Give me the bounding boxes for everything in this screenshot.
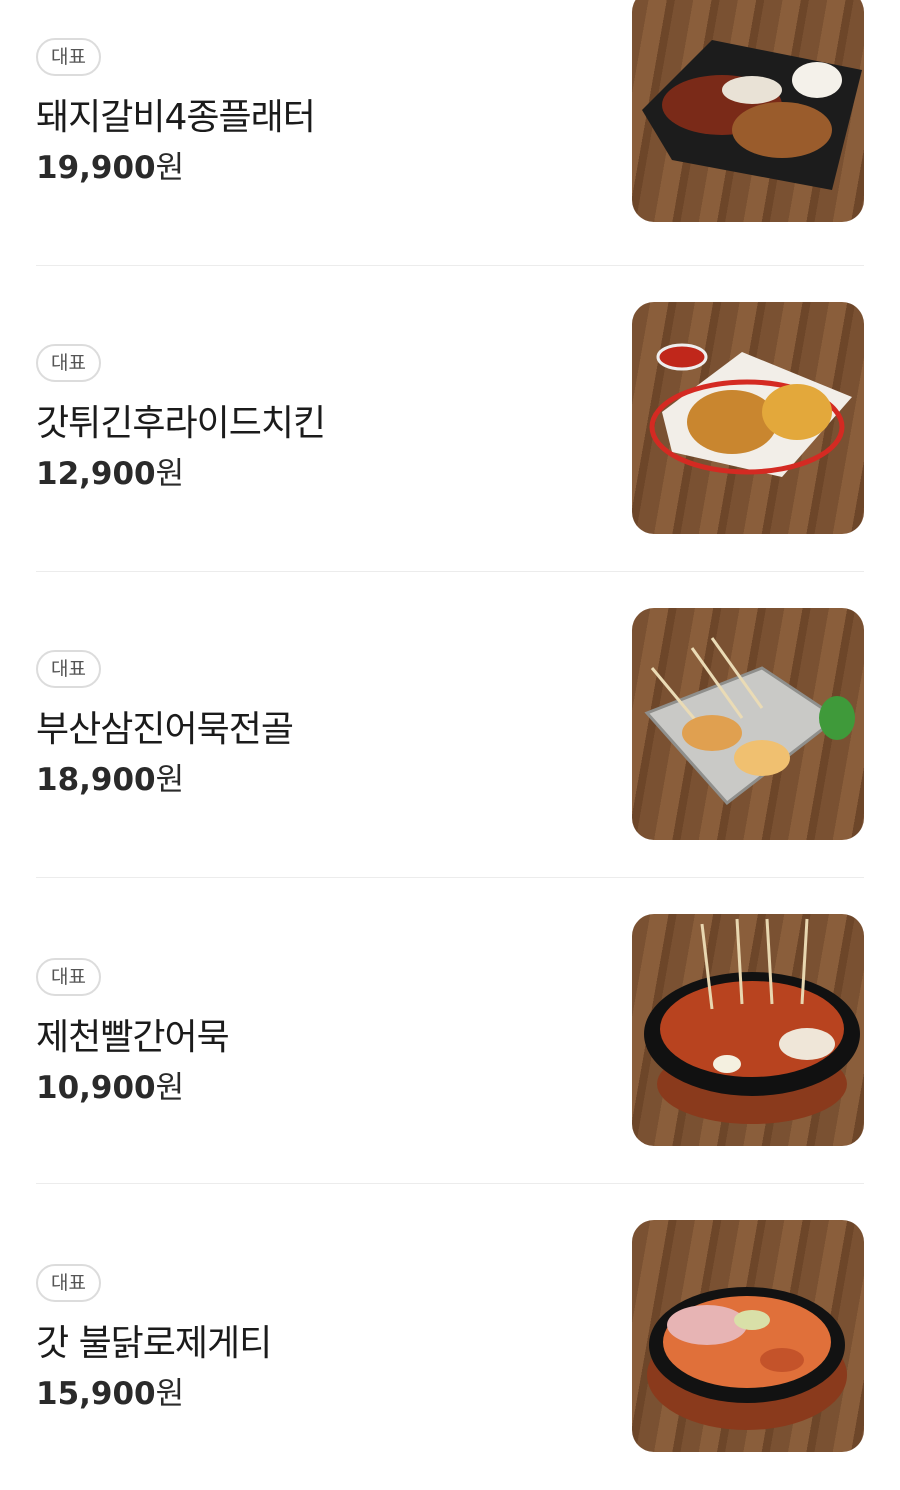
menu-item[interactable]: 대표 제천빨간어묵 10,900원	[36, 878, 864, 1184]
menu-item[interactable]: 대표 돼지갈비4종플래터 19,900원	[36, 0, 864, 266]
red-fishcake-image	[632, 914, 864, 1146]
rose-pasta-image	[632, 1220, 864, 1452]
signature-badge: 대표	[36, 38, 101, 76]
menu-item-name: 갓튀긴후라이드치킨	[36, 403, 326, 444]
menu-item-name: 제천빨간어묵	[36, 1017, 230, 1058]
menu-item-price: 18,900원	[36, 762, 185, 798]
platter-food-image	[632, 0, 864, 222]
menu-item[interactable]: 대표 부산삼진어묵전골 18,900원	[36, 572, 864, 878]
menu-item-name: 갓 불닭로제게티	[36, 1323, 272, 1364]
fried-chicken-image	[632, 302, 864, 534]
menu-item[interactable]: 대표 갓튀긴후라이드치킨 12,900원	[36, 266, 864, 572]
menu-item-info: 대표 갓튀긴후라이드치킨 12,900원	[36, 266, 596, 571]
signature-badge: 대표	[36, 650, 101, 688]
menu-item-info: 대표 갓 불닭로제게티 15,900원	[36, 1184, 596, 1490]
fishcake-hotpot-image	[632, 608, 864, 840]
menu-item-price: 12,900원	[36, 456, 185, 492]
signature-badge: 대표	[36, 958, 101, 996]
menu-list: 대표 돼지갈비4종플래터 19,900원 대표 갓튀긴후라이드치킨 12,900…	[0, 0, 900, 1452]
menu-item-price: 19,900원	[36, 150, 185, 186]
menu-item-info: 대표 제천빨간어묵 10,900원	[36, 878, 596, 1183]
menu-item-price: 15,900원	[36, 1376, 185, 1412]
signature-badge: 대표	[36, 344, 101, 382]
signature-badge: 대표	[36, 1264, 101, 1302]
menu-item-info: 대표 부산삼진어묵전골 18,900원	[36, 572, 596, 877]
menu-item-price: 10,900원	[36, 1070, 185, 1106]
menu-item-info: 대표 돼지갈비4종플래터 19,900원	[36, 0, 596, 265]
menu-item-name: 부산삼진어묵전골	[36, 709, 294, 750]
menu-item[interactable]: 대표 갓 불닭로제게티 15,900원	[36, 1184, 864, 1490]
menu-item-name: 돼지갈비4종플래터	[36, 97, 316, 138]
